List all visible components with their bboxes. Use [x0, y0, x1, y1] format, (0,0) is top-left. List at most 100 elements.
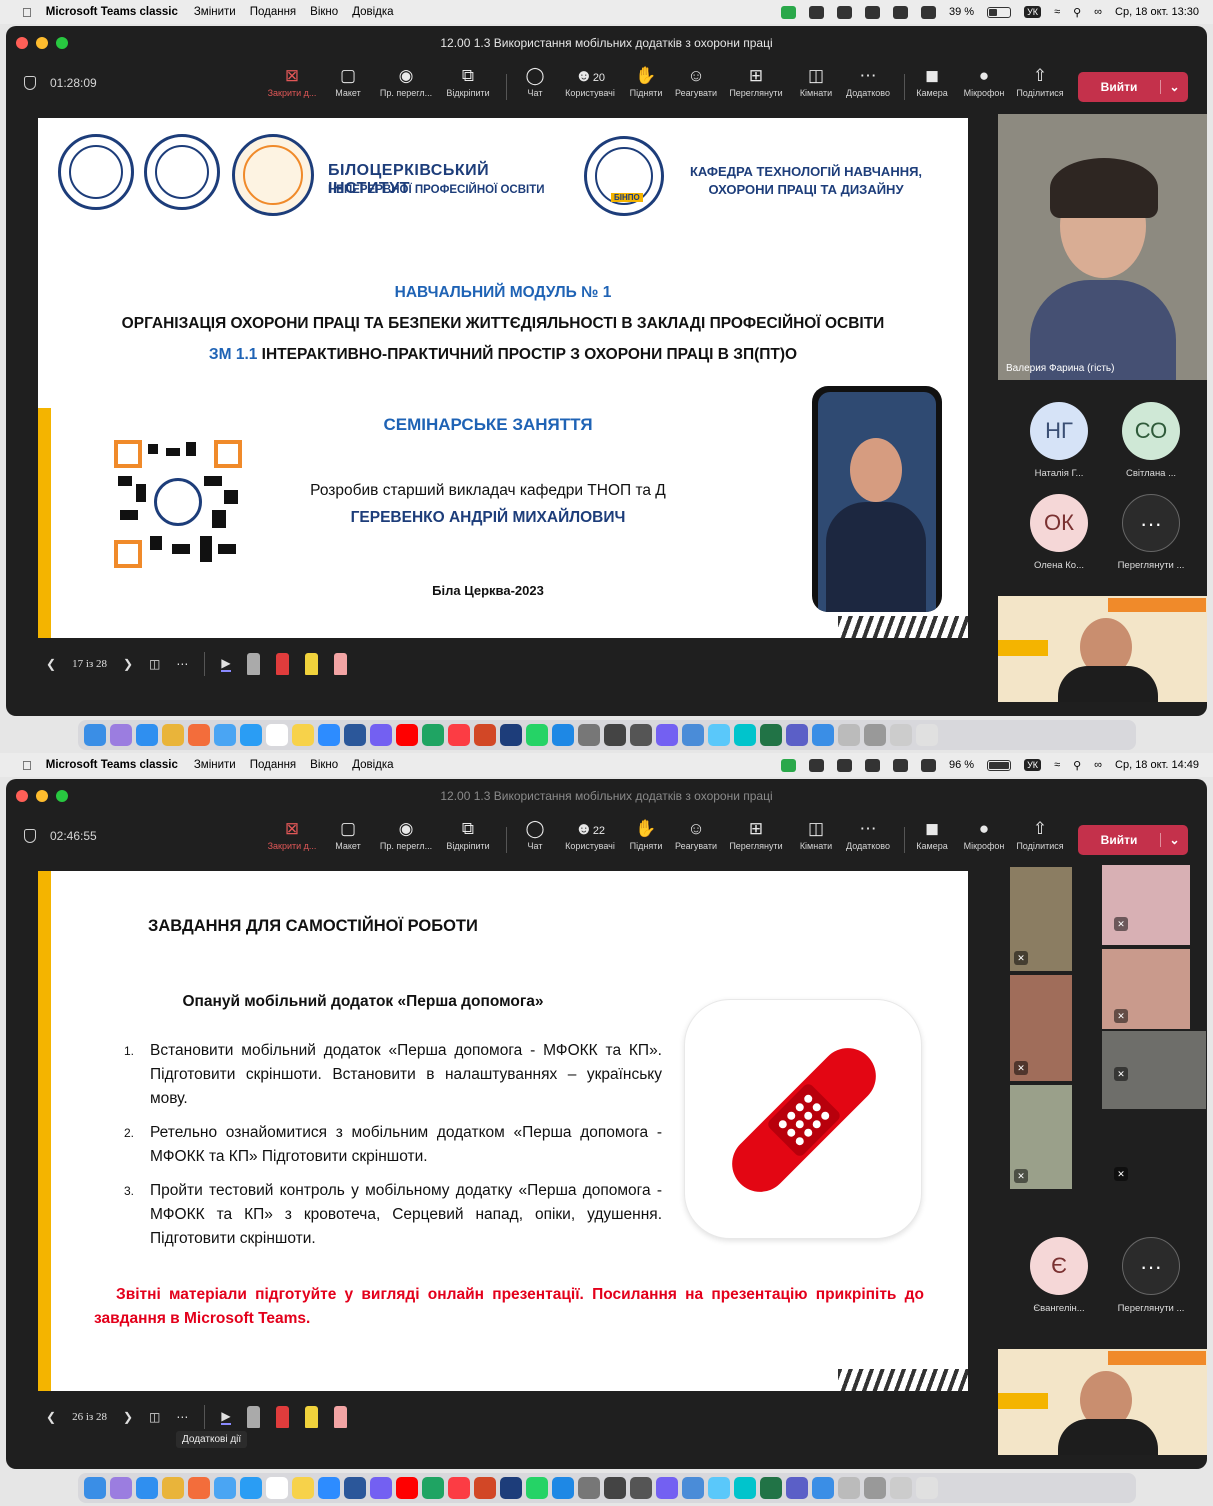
- powerpoint-icon[interactable]: [474, 724, 496, 746]
- leave-button[interactable]: Вийти ⌄: [1078, 825, 1188, 855]
- previous-slide-icon[interactable]: ❮: [46, 657, 56, 671]
- laser-pen-icon[interactable]: [246, 653, 260, 675]
- notes-icon[interactable]: [292, 1477, 314, 1499]
- vpn-icon[interactable]: [837, 758, 853, 772]
- whatsapp-icon[interactable]: [526, 1477, 548, 1499]
- close-window-button[interactable]: [16, 790, 28, 802]
- zoom-window-button[interactable]: [56, 37, 68, 49]
- preview-icon[interactable]: [682, 724, 704, 746]
- slide-grid-icon[interactable]: ◫: [149, 657, 160, 671]
- excel-icon[interactable]: [760, 1477, 782, 1499]
- tray-app-icon[interactable]: [893, 758, 909, 772]
- document-icon[interactable]: [864, 724, 886, 746]
- view-button[interactable]: ⊞ Переглянути: [724, 64, 788, 98]
- highlighter-icon[interactable]: [304, 1406, 318, 1428]
- chevron-down-icon[interactable]: ⌄: [1160, 833, 1188, 847]
- self-video[interactable]: [998, 596, 1207, 702]
- minimize-window-button[interactable]: [36, 37, 48, 49]
- menu-edit[interactable]: Змінити: [194, 6, 236, 18]
- finder-icon[interactable]: [84, 724, 106, 746]
- search-icon[interactable]: ⚲: [1073, 6, 1081, 19]
- react-button[interactable]: ☺ Реагувати: [664, 817, 728, 851]
- folder-icon[interactable]: [812, 1477, 834, 1499]
- tray-app-icon[interactable]: [809, 758, 825, 772]
- tray-app-icon[interactable]: [865, 5, 881, 19]
- zoom-icon[interactable]: [318, 724, 340, 746]
- teams-icon[interactable]: [786, 1477, 808, 1499]
- chatgpt-icon[interactable]: [604, 724, 626, 746]
- bluetooth-icon[interactable]: ∞: [1094, 759, 1102, 771]
- document-icon[interactable]: [890, 1477, 912, 1499]
- keyboard-layout-icon[interactable]: УК: [1024, 759, 1042, 771]
- wifi-icon[interactable]: ≈: [1054, 6, 1060, 18]
- keyboard-layout-icon[interactable]: УК: [1024, 6, 1042, 18]
- trash-icon[interactable]: [916, 1477, 938, 1499]
- eraser-icon[interactable]: [333, 1406, 347, 1428]
- next-slide-icon[interactable]: ❯: [123, 657, 133, 671]
- app-icon[interactable]: [630, 724, 652, 746]
- mail-icon[interactable]: [214, 1477, 236, 1499]
- next-slide-icon[interactable]: ❯: [123, 1410, 133, 1424]
- eraser-icon[interactable]: [333, 653, 347, 675]
- more-actions-icon[interactable]: ⋯: [176, 1410, 188, 1424]
- menu-window[interactable]: Вікно: [310, 6, 338, 18]
- wifi-icon[interactable]: ≈: [1054, 759, 1060, 771]
- safari-icon[interactable]: [136, 724, 158, 746]
- canva-icon[interactable]: [734, 724, 756, 746]
- camera-status-icon[interactable]: [781, 758, 797, 772]
- chatgpt-icon[interactable]: [604, 1477, 626, 1499]
- youtube-icon[interactable]: [396, 724, 418, 746]
- speaker-video[interactable]: Валерия Фарина (гість): [998, 114, 1207, 380]
- leave-button[interactable]: Вийти ⌄: [1078, 72, 1188, 102]
- slide-grid-icon[interactable]: ◫: [149, 1410, 160, 1424]
- laser-pen-icon[interactable]: [246, 1406, 260, 1428]
- safari-icon[interactable]: [136, 1477, 158, 1499]
- stop-sharing-button[interactable]: ⊠ Закрити д...: [260, 64, 324, 98]
- bluetooth-icon[interactable]: ∞: [1094, 6, 1102, 18]
- preview-button[interactable]: ◉ Пр. перегл...: [374, 64, 438, 98]
- finder-icon[interactable]: [84, 1477, 106, 1499]
- calculator-icon[interactable]: [578, 724, 600, 746]
- music-icon[interactable]: [448, 724, 470, 746]
- layout-button[interactable]: ▢ Макет: [316, 64, 380, 98]
- battery-icon[interactable]: [987, 6, 1012, 18]
- mic-button[interactable]: ● Мікрофон: [952, 64, 1016, 98]
- stop-sharing-button[interactable]: ⊠ Закрити д...: [260, 817, 324, 851]
- folder-icon[interactable]: [812, 724, 834, 746]
- layout-button[interactable]: ▢ Макет: [316, 817, 380, 851]
- menu-help[interactable]: Довідка: [352, 6, 393, 18]
- music-icon[interactable]: [448, 1477, 470, 1499]
- app-store-icon[interactable]: [552, 724, 574, 746]
- teams-icon[interactable]: [786, 724, 808, 746]
- vpn-icon[interactable]: [837, 5, 853, 19]
- app-icon[interactable]: [500, 1477, 522, 1499]
- word-icon[interactable]: [344, 724, 366, 746]
- participant-video[interactable]: ✕: [1102, 949, 1190, 1029]
- red-pen-icon[interactable]: [275, 1406, 289, 1428]
- menu-help[interactable]: Довідка: [352, 759, 393, 771]
- viber-icon[interactable]: [656, 1477, 678, 1499]
- chrome-icon[interactable]: [162, 1477, 184, 1499]
- close-window-button[interactable]: [16, 37, 28, 49]
- photos-icon[interactable]: [188, 1477, 210, 1499]
- pointer-icon[interactable]: ▶: [221, 1409, 231, 1425]
- menu-app-name[interactable]: Microsoft Teams classic: [46, 759, 178, 771]
- launchpad-icon[interactable]: [110, 724, 132, 746]
- share-button[interactable]: ⇧ Поділитися: [1008, 64, 1072, 98]
- menu-window[interactable]: Вікно: [310, 759, 338, 771]
- calendar-icon[interactable]: [266, 1477, 288, 1499]
- menu-view[interactable]: Подання: [250, 759, 296, 771]
- photos-icon[interactable]: [188, 724, 210, 746]
- app-icon[interactable]: [500, 724, 522, 746]
- excel-icon[interactable]: [760, 724, 782, 746]
- preview-button[interactable]: ◉ Пр. перегл...: [374, 817, 438, 851]
- document-icon[interactable]: [838, 1477, 860, 1499]
- app-store-icon[interactable]: [552, 1477, 574, 1499]
- battery-icon[interactable]: [987, 759, 1012, 771]
- view-button[interactable]: ⊞ Переглянути: [724, 817, 788, 851]
- qr-code[interactable]: [114, 440, 242, 568]
- viber-icon[interactable]: [656, 724, 678, 746]
- apple-icon[interactable]: : [22, 758, 32, 773]
- minimize-window-button[interactable]: [36, 790, 48, 802]
- more-participants-button[interactable]: ···: [1122, 1237, 1180, 1295]
